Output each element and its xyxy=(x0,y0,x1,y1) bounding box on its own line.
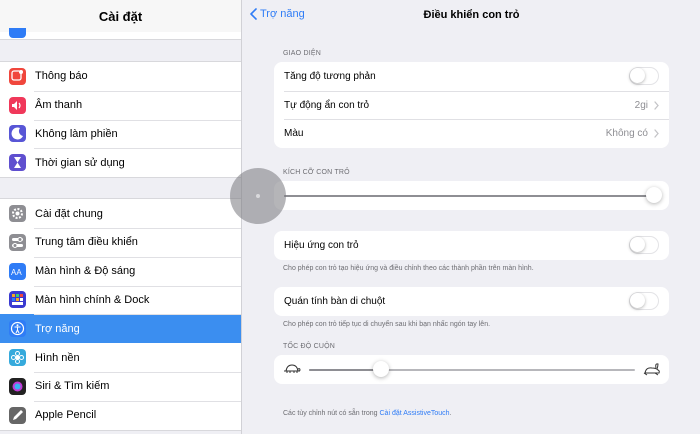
sidebar-item-label: Trung tâm điều khiển xyxy=(35,236,138,249)
sidebar-item-sounds[interactable]: Âm thanh xyxy=(0,90,241,120)
sidebar-item-label: Màn hình & Độ sáng xyxy=(35,265,136,278)
assistivetouch-footer: Các tùy chỉnh nút có sẵn trong Cài đặt A… xyxy=(283,410,452,417)
sidebar-item-display-brightness[interactable]: AA Màn hình & Độ sáng xyxy=(0,256,241,286)
siri-icon xyxy=(9,377,26,395)
appearance-header: GIAO DIỆN xyxy=(283,50,321,57)
pointer-size-header: KÍCH CỠ CON TRỎ xyxy=(283,169,350,176)
assistivetouch-footer-suffix: . xyxy=(449,410,452,417)
sidebar-item-label: Apple Pencil xyxy=(35,409,97,422)
auto-hide-label: Tự động ẩn con trỏ xyxy=(284,99,370,111)
display-brightness-icon: AA xyxy=(9,262,26,280)
scroll-speed-header: TỐC ĐỘ CUỘN xyxy=(283,343,335,350)
chevron-right-icon xyxy=(654,100,659,110)
scroll-speed-card xyxy=(274,355,669,384)
wallpaper-icon xyxy=(9,349,26,367)
accessibility-icon xyxy=(9,320,26,338)
increase-contrast-toggle[interactable] xyxy=(629,67,659,86)
sidebar-item-label: Không làm phiền xyxy=(35,127,118,140)
pointer-animations-row: Hiệu ứng con trỏ xyxy=(274,231,669,260)
svg-text:AA: AA xyxy=(11,268,22,277)
appearance-card: Tăng độ tương phản Tự động ẩn con trỏ 2g… xyxy=(274,62,669,149)
trackpad-inertia-footer: Cho phép con trỏ tiếp tục di chuyển sau … xyxy=(283,321,491,328)
sidebar-item-label: Siri & Tìm kiếm xyxy=(35,380,110,393)
pointer-size-card xyxy=(274,181,669,210)
increase-contrast-label: Tăng độ tương phản xyxy=(284,70,376,82)
scroll-speed-fill xyxy=(309,369,381,371)
sidebar-item-label: Âm thanh xyxy=(35,99,83,112)
pointer-animations-label: Hiệu ứng con trỏ xyxy=(284,239,359,251)
sidebar-item-gear[interactable]: Cài đặt chung xyxy=(0,199,241,228)
sidebar-item-label: Cài đặt chung xyxy=(35,207,103,220)
hare-icon xyxy=(643,363,660,376)
sidebar: Cài đặt Thông báo Âm thanh Không làm phiền… xyxy=(0,0,242,434)
pointer-animations-card: Hiệu ứng con trỏ xyxy=(274,231,669,260)
tortoise-icon xyxy=(284,364,301,373)
sidebar-item-label: Trợ năng xyxy=(35,322,80,335)
sounds-icon xyxy=(9,96,26,114)
scrolled-item-icon xyxy=(9,28,26,38)
pointer-cursor xyxy=(230,168,286,224)
increase-contrast-row: Tăng độ tương phản xyxy=(274,62,669,91)
trackpad-inertia-label: Quán tính bàn di chuột xyxy=(284,295,386,307)
sidebar-item-siri[interactable]: Siri & Tìm kiếm xyxy=(0,371,241,401)
sidebar-item-wallpaper[interactable]: Hình nền xyxy=(0,343,241,372)
color-value: Không có xyxy=(605,128,648,140)
color-label: Màu xyxy=(284,128,304,140)
pointer-animations-toggle[interactable] xyxy=(629,236,659,255)
notifications-icon xyxy=(9,67,26,85)
sidebar-item-screen-time[interactable]: Thời gian sử dụng xyxy=(0,148,241,178)
page-title: Điều khiển con trỏ xyxy=(423,9,520,21)
sidebar-item-label: Hình nền xyxy=(35,351,80,364)
auto-hide-row[interactable]: Tự động ẩn con trỏ 2gi xyxy=(274,90,669,120)
sidebar-group-top xyxy=(0,28,241,40)
scroll-speed-slider-knob[interactable] xyxy=(372,361,389,377)
nav-bar: Trợ năng Điều khiển con trỏ xyxy=(243,0,700,32)
pointer-animations-footer: Cho phép con trỏ tạo hiệu ứng và điều ch… xyxy=(283,265,534,272)
auto-hide-value: 2gi xyxy=(634,99,648,111)
sidebar-item-do-not-disturb[interactable]: Không làm phiền xyxy=(0,119,241,149)
sidebar-item-accessibility[interactable]: Trợ năng xyxy=(0,314,241,344)
trackpad-inertia-toggle[interactable] xyxy=(629,292,659,311)
sidebar-item-label: Thời gian sử dụng xyxy=(35,156,125,169)
chevron-right-icon xyxy=(654,129,659,138)
sidebar-item-notifications[interactable]: Thông báo xyxy=(0,62,241,91)
sidebar-group-notifications: Thông báo Âm thanh Không làm phiền Thời gia… xyxy=(0,61,241,179)
pencil-icon xyxy=(9,406,26,424)
sidebar-item-home-screen[interactable]: Màn hình chính & Dock xyxy=(0,285,241,315)
color-row[interactable]: Màu Không có xyxy=(274,119,669,148)
sidebar-item-pencil[interactable]: Apple Pencil xyxy=(0,400,241,430)
color-value-wrap: Không có xyxy=(606,128,659,139)
detail-pane: Trợ năng Điều khiển con trỏ GIAO DIỆN Tă… xyxy=(243,0,700,434)
sidebar-item-control-center[interactable]: Trung tâm điều khiển xyxy=(0,227,241,257)
sidebar-group-general: Cài đặt chung Trung tâm điều khiển AA Màn h… xyxy=(0,198,241,431)
screen-time-icon xyxy=(9,154,26,172)
assistivetouch-footer-prefix: Các tùy chỉnh nút có sẵn trong xyxy=(283,410,380,417)
trackpad-inertia-card: Quán tính bàn di chuột xyxy=(274,287,669,316)
sidebar-item-label: Màn hình chính & Dock xyxy=(35,293,150,306)
trackpad-inertia-row: Quán tính bàn di chuột xyxy=(274,287,669,316)
do-not-disturb-icon xyxy=(9,125,26,143)
sidebar-title: Cài đặt xyxy=(0,0,241,32)
sidebar-item-label: Thông báo xyxy=(35,70,88,83)
assistivetouch-settings-link[interactable]: Cài đặt AssistiveTouch xyxy=(380,410,450,417)
pointer-size-fill xyxy=(284,195,654,197)
control-center-icon xyxy=(9,233,26,251)
gear-icon xyxy=(9,205,26,223)
auto-hide-value-wrap: 2gi xyxy=(635,100,659,111)
pointer-size-slider-knob[interactable] xyxy=(646,187,662,203)
home-screen-icon xyxy=(9,291,26,309)
